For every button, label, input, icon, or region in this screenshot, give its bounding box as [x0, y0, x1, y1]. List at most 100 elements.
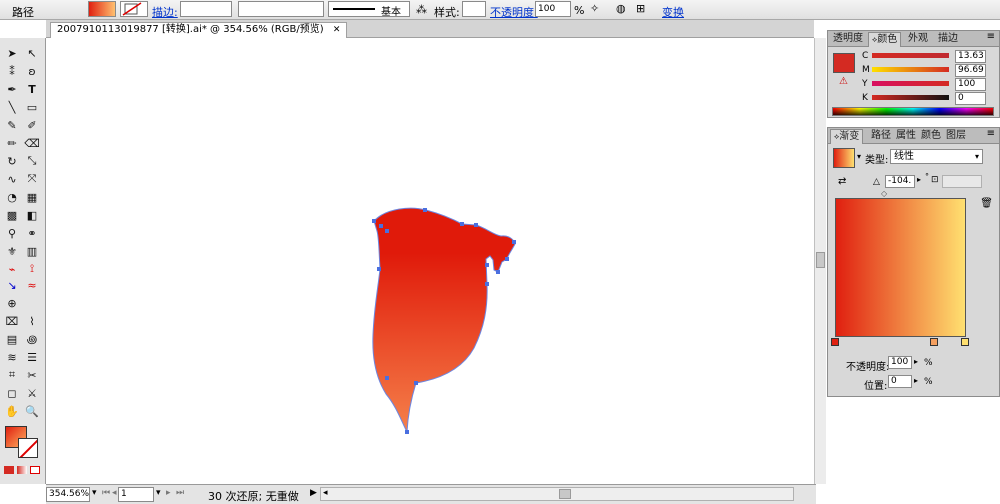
align-icon[interactable]: ⊞ [636, 2, 645, 15]
brush-select[interactable]: 基本 [328, 1, 410, 18]
stop-opacity-field[interactable]: 100 [888, 356, 912, 369]
style-select[interactable] [462, 1, 486, 17]
stroke-link[interactable]: 描边: [152, 4, 178, 20]
tab-attributes[interactable]: 属性 [893, 129, 919, 144]
close-icon[interactable]: ✕ [333, 25, 341, 35]
crosshair-icon[interactable]: ⊕ [3, 296, 21, 310]
list-icon[interactable]: ☰ [23, 350, 41, 364]
variable-width-select[interactable] [238, 1, 324, 17]
panel-menu-icon[interactable]: ≡ [987, 31, 995, 42]
opacity-field[interactable]: 100 [535, 1, 571, 17]
gradient-slider-preview[interactable] [835, 198, 966, 337]
gradient-type-select[interactable]: 线性 ▾ [890, 149, 983, 164]
direct-selection-tool-icon[interactable]: ↖ [23, 46, 41, 60]
stop-position-field[interactable]: 0 [888, 375, 912, 388]
line-tool-icon[interactable]: ╲ [3, 100, 21, 114]
stroke-swatch[interactable] [120, 1, 148, 17]
scale-icon[interactable]: ⤡ [23, 154, 41, 168]
horizontal-scrollbar[interactable]: ◂ [320, 487, 794, 501]
zoom-dropdown-icon[interactable]: ▾ [92, 488, 97, 498]
type-tool-icon[interactable]: T [23, 82, 41, 96]
blend-icon[interactable]: ⚭ [23, 226, 41, 240]
midpoint-diamond-icon[interactable]: ◇ [881, 189, 887, 198]
warp-icon[interactable]: ∿ [3, 172, 21, 186]
envelope-icon[interactable]: ⌧ [3, 314, 21, 328]
next-page-icon[interactable]: ▸ [166, 488, 171, 498]
document-tab[interactable]: 2007910113019877 [转换].ai* @ 354.56% (RGB… [50, 22, 348, 38]
angle-dropdown-icon[interactable]: ▸ [917, 175, 921, 184]
free-transform-icon[interactable]: ⤧ [23, 172, 41, 186]
page-dropdown-icon[interactable]: ▾ [156, 488, 161, 498]
color-mode-icon[interactable] [4, 466, 14, 474]
tab-pathfinder[interactable]: 路径 [868, 129, 894, 144]
transform-link[interactable]: 变换 [662, 4, 684, 20]
gradient-dropdown-icon[interactable]: ▾ [857, 152, 861, 161]
pencil-icon[interactable]: ✐ [23, 118, 41, 132]
gradient-stop-end[interactable] [961, 338, 969, 346]
channel-m-slider[interactable] [872, 67, 949, 72]
last-page-icon[interactable]: ⏭ [176, 488, 184, 498]
twirl-icon[interactable]: ꩜ [23, 332, 41, 346]
rotate-icon[interactable]: ↻ [3, 154, 21, 168]
first-page-icon[interactable]: ⏮ [102, 488, 110, 498]
wave-icon[interactable]: ⌇ [23, 314, 41, 328]
artboard-canvas[interactable] [46, 38, 814, 484]
gradient-mode-icon[interactable] [17, 466, 27, 474]
none-mode-icon[interactable] [30, 466, 40, 474]
gradient-stop-middle[interactable] [930, 338, 938, 346]
lasso-icon[interactable]: ʚ [23, 64, 41, 78]
zoom-field[interactable]: 354.56% [46, 487, 90, 502]
tab-appearance[interactable]: 外观 [905, 32, 931, 47]
tab-swatches[interactable]: 颜色 [918, 129, 944, 144]
selection-tool-icon[interactable]: ➤ [3, 46, 21, 60]
paintbrush-icon[interactable]: ✎ [3, 118, 21, 132]
hand-tool-icon[interactable]: ✋ [3, 404, 21, 418]
out-of-gamut-icon[interactable]: ⚠ [839, 76, 848, 87]
reverse-gradient-icon[interactable]: ⇄ [838, 176, 846, 187]
globe-icon[interactable]: ◍ [616, 2, 626, 15]
gradient-stop-start[interactable] [831, 338, 839, 346]
channel-k-slider[interactable] [872, 95, 949, 100]
column-graph-icon[interactable]: ▥ [23, 244, 41, 258]
stop-position-dropdown-icon[interactable]: ▸ [914, 376, 918, 385]
angle-field[interactable]: -104. [885, 175, 915, 188]
eyedropper-icon[interactable]: ⚲ [3, 226, 21, 240]
artboard-icon[interactable]: ◻ [3, 386, 21, 400]
stroke-weight-field[interactable] [180, 1, 232, 17]
grid-icon[interactable]: ▤ [3, 332, 21, 346]
slice-icon[interactable]: ⌗ [3, 368, 21, 382]
anchor-convert-icon[interactable]: ⌁ [3, 262, 21, 276]
shape-builder-icon[interactable]: ◔ [3, 190, 21, 204]
smooth-path-icon[interactable]: ≈ [23, 278, 41, 292]
path-corner-icon[interactable]: ↘ [3, 278, 21, 292]
blob-brush-icon[interactable]: ✏ [3, 136, 21, 150]
recolor-icon[interactable]: ✧ [590, 2, 599, 15]
channel-k-value[interactable]: 0 [955, 92, 986, 105]
tab-stroke[interactable]: 描边 [935, 32, 961, 47]
rectangle-tool-icon[interactable]: ▭ [23, 100, 41, 114]
symbol-sprayer-icon[interactable]: ⚜ [3, 244, 21, 258]
channel-c-value[interactable]: 13.63 [955, 50, 986, 63]
stop-opacity-dropdown-icon[interactable]: ▸ [914, 357, 918, 366]
zoom-tool-icon[interactable]: 🔍 [23, 404, 41, 418]
page-field[interactable]: 1 [118, 487, 154, 502]
add-anchor-icon[interactable]: ⟟ [23, 262, 41, 276]
magic-wand-icon[interactable]: ⁑ [3, 64, 21, 78]
color-swatch[interactable] [833, 53, 855, 73]
knife-icon[interactable]: ⚔ [23, 386, 41, 400]
trash-icon[interactable]: 🗑 [980, 198, 993, 209]
zigzag-icon[interactable]: ≋ [3, 350, 21, 364]
red-shape[interactable] [372, 207, 516, 434]
tab-layers[interactable]: 图层 [943, 129, 969, 144]
tab-color[interactable]: ⟡颜色 [868, 32, 902, 47]
scissors-icon[interactable]: ✂ [23, 368, 41, 382]
arrange-icon[interactable]: ⁂ [416, 3, 427, 16]
tab-transparency[interactable]: 透明度 [830, 32, 866, 47]
panel-menu-icon[interactable]: ≡ [987, 128, 995, 139]
channel-m-value[interactable]: 96.69 [955, 64, 986, 77]
vertical-scrollbar[interactable] [814, 38, 826, 484]
eraser-icon[interactable]: ⌫ [23, 136, 41, 150]
perspective-icon[interactable]: ▦ [23, 190, 41, 204]
horizontal-scroll-thumb[interactable] [559, 489, 571, 499]
opacity-link[interactable]: 不透明度: [490, 4, 538, 20]
